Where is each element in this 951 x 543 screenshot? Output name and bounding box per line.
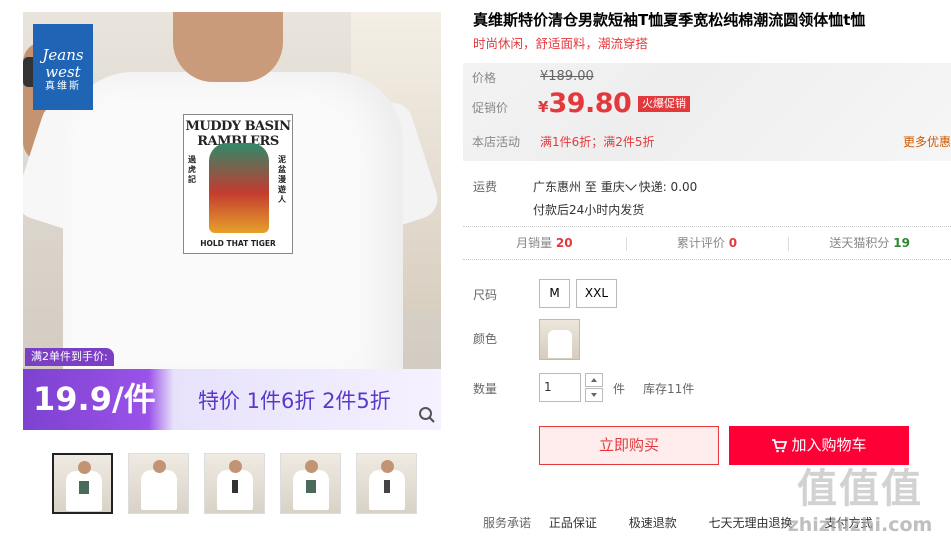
thumbnail[interactable] bbox=[280, 453, 341, 514]
promo-price-label: 促销价 bbox=[472, 101, 509, 115]
reviews-value: 0 bbox=[728, 236, 738, 250]
thumbnail[interactable] bbox=[356, 453, 417, 514]
shipping-info: 广东惠州 至 重庆 快递: 0.00 bbox=[533, 178, 697, 195]
add-to-cart-label: 加入购物车 bbox=[791, 436, 867, 454]
shipping-note: 付款后24小时内发货 bbox=[533, 203, 645, 217]
ship-from: 广东惠州 bbox=[533, 180, 582, 194]
zoom-icon[interactable] bbox=[418, 406, 436, 424]
print-side-left: 過虎記 bbox=[188, 155, 196, 184]
promo-text: 特价 1件6折 2件5折 bbox=[198, 389, 391, 413]
add-to-cart-button[interactable]: 加入购物车 bbox=[729, 426, 909, 465]
price-box: 价格 ¥189.00 促销价 ¥39.80 火爆促销 本店活动 满1件6折；满2… bbox=[463, 63, 951, 161]
watermark-url: zhizhizhi.com bbox=[787, 514, 933, 536]
reviews-label: 累计评价 bbox=[676, 236, 725, 250]
site-watermark: 值值值 zhizhizhi.com bbox=[770, 464, 950, 543]
main-product-image[interactable]: MUDDY BASIN RAMBLERS 過虎記 泥盆漫遊人 HOLD THAT… bbox=[23, 12, 441, 430]
quantity-unit: 件 bbox=[613, 382, 626, 396]
chevron-up-icon bbox=[591, 378, 597, 382]
color-label: 颜色 bbox=[473, 332, 498, 346]
currency-symbol: ¥ bbox=[538, 98, 549, 116]
thumbnail[interactable] bbox=[204, 453, 265, 514]
size-option-xxl[interactable]: XXL bbox=[576, 279, 617, 308]
shirt-print: MUDDY BASIN RAMBLERS 過虎記 泥盆漫遊人 HOLD THAT… bbox=[183, 114, 293, 254]
chevron-down-icon bbox=[591, 393, 597, 397]
quantity-label: 数量 bbox=[473, 382, 498, 396]
chevron-down-icon[interactable] bbox=[625, 179, 637, 191]
quantity-increase-button[interactable] bbox=[585, 373, 603, 387]
activity-label: 本店活动 bbox=[472, 135, 521, 149]
product-page: MUDDY BASIN RAMBLERS 過虎記 泥盆漫遊人 HOLD THAT… bbox=[0, 0, 951, 543]
monthly-sales-value: 20 bbox=[555, 236, 573, 250]
promise-item[interactable]: 正品保证 bbox=[549, 516, 597, 530]
sales-stats: 月销量 20 累计评价 0 送天猫积分 19 bbox=[463, 226, 951, 260]
points-value: 19 bbox=[893, 236, 910, 250]
cart-icon bbox=[772, 438, 788, 452]
shipping-label: 运费 bbox=[473, 180, 498, 194]
promo-price: 19.9/件 bbox=[33, 380, 156, 418]
monthly-sales: 月销量 20 bbox=[463, 227, 626, 259]
brand-name-cn: 真维斯 bbox=[45, 81, 81, 92]
ship-to-word: 至 bbox=[584, 180, 597, 194]
size-label: 尺码 bbox=[473, 288, 498, 302]
product-subtitle: 时尚休闲，舒适面料，潮流穿搭 bbox=[473, 36, 649, 51]
original-price: ¥189.00 bbox=[540, 69, 594, 84]
quantity-input[interactable]: 1 bbox=[539, 373, 581, 402]
points-label: 送天猫积分 bbox=[829, 236, 890, 250]
print-side-right: 泥盆漫遊人 bbox=[278, 155, 286, 204]
tmall-points: 送天猫积分 19 bbox=[788, 227, 951, 259]
hot-promo-badge: 火爆促销 bbox=[638, 96, 690, 112]
print-subtitle: HOLD THAT TIGER bbox=[200, 239, 276, 248]
color-option-white[interactable] bbox=[539, 319, 580, 360]
promise-label: 服务承诺 bbox=[483, 516, 532, 530]
current-price-value: 39.80 bbox=[548, 88, 632, 119]
ship-destination[interactable]: 重庆 bbox=[601, 180, 625, 194]
quantity-decrease-button[interactable] bbox=[585, 388, 603, 402]
stock-count: 库存11件 bbox=[643, 382, 695, 396]
brand-name-1: Jeans bbox=[42, 46, 84, 64]
original-price-label: 价格 bbox=[472, 71, 497, 85]
watermark-logo: 值值值 bbox=[797, 466, 923, 512]
activity-text: 满1件6折；满2件5折 bbox=[540, 135, 655, 149]
model-neck bbox=[173, 12, 283, 82]
express-fee: 快递: 0.00 bbox=[638, 180, 698, 194]
product-title: 真维斯特价清仓男款短袖T恤夏季宽松纯棉潮流圆领体恤t恤 bbox=[473, 11, 866, 29]
promo-tag: 满2单件到手价: bbox=[25, 348, 114, 366]
current-price: ¥39.80 bbox=[538, 88, 632, 119]
thumbnail[interactable] bbox=[52, 453, 113, 514]
promise-item[interactable]: 极速退款 bbox=[629, 516, 677, 530]
brand-logo: Jeans west 真维斯 bbox=[33, 24, 93, 110]
thumbnail-strip bbox=[52, 453, 417, 514]
thumbnail[interactable] bbox=[128, 453, 189, 514]
brand-name-2: west bbox=[45, 63, 81, 81]
buy-now-button[interactable]: 立即购买 bbox=[539, 426, 719, 465]
monthly-sales-label: 月销量 bbox=[516, 236, 553, 250]
size-option-m[interactable]: M bbox=[539, 279, 570, 308]
tiger-rider-art bbox=[209, 143, 269, 233]
reviews[interactable]: 累计评价 0 bbox=[625, 227, 789, 259]
more-offers-link[interactable]: 更多优惠 bbox=[903, 133, 951, 150]
promo-banner: 19.9/件 特价 1件6折 2件5折 bbox=[23, 369, 441, 430]
